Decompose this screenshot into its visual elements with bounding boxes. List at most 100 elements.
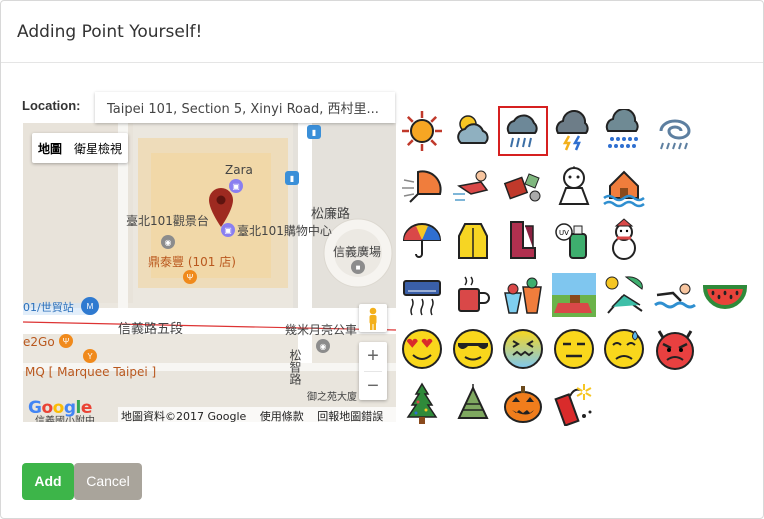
- bus-stop-icon-top: ▮: [307, 125, 321, 139]
- e2go-restaurant-icon: Ψ: [59, 334, 73, 348]
- map-label-mall: 臺北101購物中心: [237, 224, 332, 238]
- cancel-button[interactable]: Cancel: [74, 463, 142, 500]
- map-label-xinyi-road: 信義路五段: [118, 322, 184, 337]
- swimming-icon-art: [653, 283, 696, 308]
- flying-debris-icon[interactable]: [499, 162, 547, 210]
- google-logo: Google: [28, 398, 92, 418]
- map-copyright: 地圖資料©2017 Google: [121, 410, 247, 422]
- christmas-tree-icon-art: [406, 382, 438, 424]
- sunscreen-icon[interactable]: UV: [550, 216, 598, 264]
- map-label-hotel: 御之苑大廈: [307, 392, 357, 403]
- map-label-world-trade: 01/世貿站: [23, 301, 74, 314]
- map-footer: 地圖資料©2017 Google 使用條款 回報地圖錯誤: [118, 407, 396, 422]
- rain-cloud-icon[interactable]: [498, 106, 548, 156]
- camera-poi-icon: ◉: [161, 235, 175, 249]
- flooded-house-icon[interactable]: [600, 162, 648, 210]
- location-label: Location:: [22, 98, 81, 113]
- map-label-jimi: 幾米月亮公車: [285, 323, 358, 337]
- street-view-pegman[interactable]: [359, 304, 387, 332]
- heavy-rain-icon[interactable]: [600, 107, 648, 155]
- firecracker-icon-art: [553, 383, 591, 426]
- modal-title: Adding Point Yourself!: [17, 22, 203, 42]
- thunderstorm-icon[interactable]: [550, 107, 598, 155]
- partly-cloudy-icon-art: [456, 115, 489, 144]
- add-button[interactable]: Add: [22, 463, 74, 500]
- sunny-icon-art: [402, 111, 442, 151]
- snowman-icon-art: [612, 218, 636, 260]
- zongzi-icon-art: [456, 383, 489, 419]
- windy-umbrella-icon-art: [402, 169, 442, 203]
- sunglasses-face-icon[interactable]: [449, 325, 497, 373]
- person-blown-away-icon[interactable]: [449, 162, 497, 210]
- heavy-rain-icon-art: [605, 109, 639, 148]
- sweaty-face-icon[interactable]: [600, 325, 648, 373]
- heart-eyes-face-icon[interactable]: [398, 325, 446, 373]
- map-label-xinyi-plaza: 信義廣場: [333, 245, 382, 259]
- cold-drinks-icon[interactable]: [499, 271, 547, 319]
- raincoat-icon[interactable]: [449, 216, 497, 264]
- bus-stop-icon: ▮: [285, 171, 299, 185]
- firecracker-icon[interactable]: [550, 380, 598, 428]
- location-input[interactable]: Taipei 101, Section 5, Xinyi Road, 西村里..…: [95, 92, 395, 123]
- windy-umbrella-icon[interactable]: [398, 162, 446, 210]
- map-label-marquee: MQ [ Marquee Taipei ]: [25, 365, 157, 379]
- zoom-out-button[interactable]: −: [359, 372, 387, 401]
- zoom-in-button[interactable]: +: [359, 342, 387, 371]
- rain-boots-icon[interactable]: [499, 216, 547, 264]
- cold-drinks-icon-art: [504, 277, 542, 314]
- angry-devil-face-icon-art: [655, 330, 694, 370]
- teru-teru-bozu-icon-art: [558, 165, 589, 205]
- raincoat-icon-art: [457, 223, 488, 259]
- expressionless-face-icon-art: [553, 329, 594, 369]
- heart-eyes-face-icon-art: [402, 329, 442, 369]
- air-conditioner-icon-art: [403, 279, 441, 315]
- jack-o-lantern-icon[interactable]: [499, 380, 547, 428]
- location-map[interactable]: 地圖 衛星檢視 Zara ▣ 臺北101觀景台 ▣ 臺北101購物中心 ◉ 松廉…: [23, 123, 396, 422]
- snowman-icon[interactable]: [600, 216, 648, 264]
- beach-chair-icon[interactable]: [600, 271, 648, 319]
- map-type-map-button[interactable]: 地圖: [32, 133, 68, 163]
- map-label-songzhi-road: 松智路: [288, 349, 302, 385]
- expressionless-face-icon[interactable]: [550, 325, 598, 373]
- zoom-control: + −: [359, 342, 387, 400]
- jack-o-lantern-icon-art: [504, 385, 542, 423]
- beach-chair-icon-art: [605, 275, 643, 314]
- svg-text:UV: UV: [559, 229, 569, 237]
- watermelon-icon-art: [703, 284, 747, 309]
- bar-poi-icon: Y: [83, 349, 97, 363]
- partly-cloudy-icon[interactable]: [449, 107, 497, 155]
- map-type-satellite-button[interactable]: 衛星檢視: [68, 133, 128, 163]
- zongzi-icon[interactable]: [449, 380, 497, 428]
- location-marker-icon[interactable]: [207, 186, 235, 228]
- map-label-dintaifung: 鼎泰豐 (101 店): [148, 255, 236, 269]
- thunderstorm-icon-art: [555, 109, 589, 151]
- hot-drink-icon-art: [457, 276, 490, 312]
- map-label-observatory: 臺北101觀景台: [126, 214, 209, 228]
- flying-debris-icon-art: [503, 172, 541, 201]
- typhoon-icon[interactable]: [651, 107, 699, 155]
- map-terms-link[interactable]: 使用條款: [260, 410, 304, 422]
- add-point-modal: Adding Point Yourself! Location: 地圖 衛星檢視: [0, 0, 764, 519]
- christmas-tree-icon[interactable]: [398, 380, 446, 428]
- hot-drink-icon[interactable]: [449, 271, 497, 319]
- air-conditioner-icon[interactable]: [398, 271, 446, 319]
- modal-header: Adding Point Yourself!: [1, 1, 763, 63]
- sunny-icon[interactable]: [398, 107, 446, 155]
- typhoon-icon-art: [659, 119, 691, 150]
- map-report-link[interactable]: 回報地圖錯誤: [317, 410, 383, 422]
- rain-boots-icon-art: [510, 221, 536, 259]
- rain-cloud-icon-art: [506, 114, 538, 148]
- map-label-songlian-road: 松廉路: [311, 207, 351, 222]
- angry-devil-face-icon[interactable]: [651, 325, 699, 373]
- teru-teru-bozu-icon[interactable]: [550, 162, 598, 210]
- picnic-icon[interactable]: [550, 271, 598, 319]
- pegman-icon: [369, 307, 377, 330]
- freezing-face-icon[interactable]: [499, 325, 547, 373]
- umbrella-icon[interactable]: [398, 216, 446, 264]
- map-label-e2go: e2Go: [23, 335, 55, 349]
- flooded-house-icon-art: [603, 170, 645, 207]
- watermelon-icon[interactable]: [701, 271, 749, 319]
- person-blown-away-icon-art: [452, 170, 488, 201]
- map-label-zara: Zara: [225, 163, 253, 177]
- swimming-icon[interactable]: [651, 271, 699, 319]
